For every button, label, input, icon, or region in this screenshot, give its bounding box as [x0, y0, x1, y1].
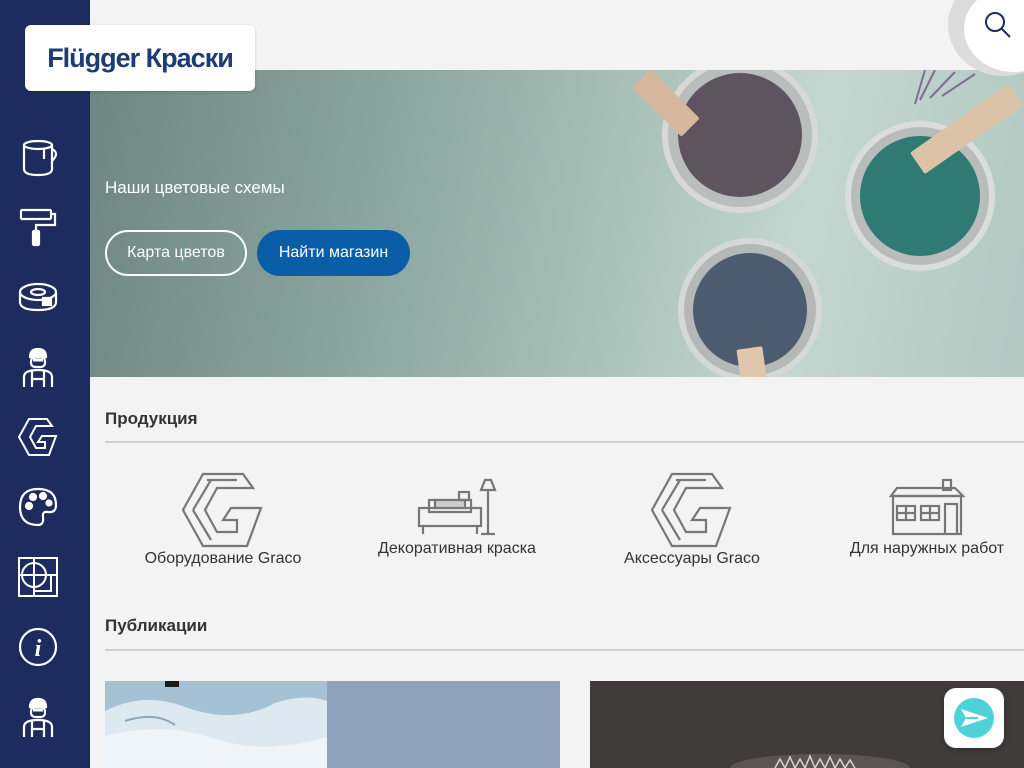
- painter-icon: [22, 697, 54, 737]
- product-graco-accessories[interactable]: Аксессуары Graco: [592, 472, 792, 568]
- furniture-icon: [417, 478, 497, 536]
- product-label: Оборудование Graco: [144, 550, 302, 567]
- color-map-button[interactable]: Карта цветов: [105, 230, 247, 276]
- sidebar-item-colors[interactable]: [14, 483, 62, 531]
- sidebar-item-tools[interactable]: [14, 203, 62, 251]
- products-title: Продукция: [105, 409, 198, 428]
- search-icon[interactable]: [982, 10, 1012, 40]
- paint-bucket-icon: [22, 139, 58, 177]
- chat-button[interactable]: [944, 688, 1004, 748]
- graco-icon: [650, 472, 732, 548]
- product-graco-equipment[interactable]: Оборудование Graco: [123, 472, 323, 568]
- paint-roller-icon: [19, 208, 57, 247]
- sidebar-item-professionals[interactable]: [14, 343, 62, 391]
- product-label: Аксессуары Graco: [624, 550, 760, 567]
- publication-card[interactable]: [105, 681, 560, 768]
- sidebar-item-paints[interactable]: [14, 133, 62, 181]
- sidebar: i: [0, 0, 90, 768]
- hero-title: Наши цветовые схемы: [105, 178, 285, 197]
- hero-banner: Наши цветовые схемы Карта цветов Найти м…: [90, 70, 1024, 377]
- palette-icon: [18, 487, 58, 527]
- pattern-icon: [18, 557, 58, 597]
- product-exterior[interactable]: Для наружных работ: [827, 478, 1024, 558]
- house-icon: [888, 478, 966, 536]
- find-store-button[interactable]: Найти магазин: [257, 230, 410, 276]
- publications-title: Публикации: [105, 616, 208, 635]
- paint-cans-image: [632, 70, 1023, 377]
- graco-icon: [181, 472, 263, 548]
- svg-text:i: i: [35, 636, 42, 662]
- sidebar-item-tape[interactable]: [14, 273, 62, 321]
- tape-roll-icon: [18, 282, 58, 312]
- product-label: Декоративная краска: [378, 540, 536, 557]
- sidebar-item-graco[interactable]: [14, 413, 62, 461]
- products-divider: [105, 441, 1024, 443]
- logo-text: Flügger Краски: [47, 42, 234, 73]
- logo[interactable]: Flügger Краски: [25, 25, 255, 91]
- sidebar-item-inspiration[interactable]: [14, 553, 62, 601]
- graco-icon: [17, 418, 58, 456]
- product-label: Для наружных работ: [849, 540, 1005, 557]
- info-icon: i: [18, 627, 58, 667]
- painter-icon: [22, 347, 54, 387]
- product-decorative-paint[interactable]: Декоративная краска: [357, 478, 557, 558]
- send-icon: [954, 698, 994, 738]
- sidebar-item-contact[interactable]: [14, 693, 62, 741]
- publication-image: [105, 681, 327, 768]
- publications-divider: [105, 649, 1024, 651]
- sidebar-item-info[interactable]: i: [14, 623, 62, 671]
